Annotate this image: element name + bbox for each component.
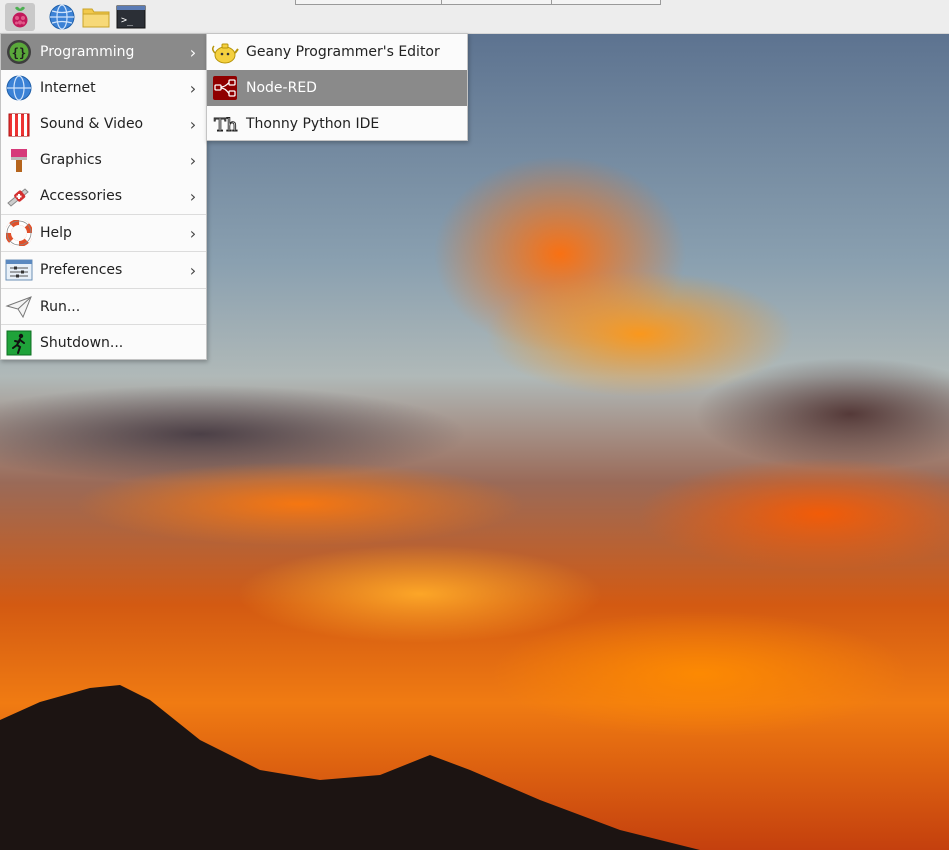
node-red-icon [211, 74, 239, 102]
settings-panel-icon [5, 256, 33, 284]
taskbar-window-buttons[interactable] [295, 0, 661, 5]
globe-icon [5, 74, 33, 102]
file-manager-icon [82, 8, 110, 28]
raspberry-menu-button[interactable] [5, 3, 35, 31]
menu-item-label: Accessories [40, 188, 123, 204]
menu-item-label: Graphics [40, 152, 102, 168]
chevron-right-icon: › [189, 114, 197, 134]
menu-item-preferences[interactable]: Preferences › [1, 252, 206, 288]
chevron-right-icon: › [189, 260, 197, 280]
paintbrush-icon [5, 146, 33, 174]
chevron-right-icon: › [189, 223, 197, 243]
menu-item-graphics[interactable]: Graphics › [1, 142, 206, 178]
submenu-item-node-red[interactable]: Node-RED [207, 70, 467, 106]
menu-item-label: Internet [40, 80, 96, 96]
braces-icon: {} [5, 38, 33, 66]
menu-item-label: Preferences [40, 262, 123, 278]
menu-item-label: Shutdown... [40, 335, 124, 351]
submenu-item-geany[interactable]: Geany Programmer's Editor [207, 34, 467, 70]
paper-plane-icon [5, 293, 33, 321]
swiss-knife-icon [5, 182, 33, 210]
menu-item-accessories[interactable]: Accessories › [1, 178, 206, 214]
menu-item-label: Sound & Video [40, 116, 144, 132]
raspberry-menu-icon [12, 6, 28, 28]
programming-submenu: Geany Programmer's Editor Node-RED Th Th… [206, 33, 468, 141]
menu-item-help[interactable]: Help › [1, 215, 206, 251]
web-browser-button[interactable] [47, 3, 77, 31]
menu-item-label: Programming [40, 44, 135, 60]
mountain-silhouette [0, 685, 700, 850]
menu-item-label: Help [40, 225, 72, 241]
menu-item-label: Geany Programmer's Editor [246, 44, 440, 60]
menu-item-sound-video[interactable]: Sound & Video › [1, 106, 206, 142]
chevron-right-icon: › [189, 42, 197, 62]
svg-text:Th: Th [214, 115, 238, 136]
svg-text:>_: >_ [121, 15, 134, 26]
menu-item-run[interactable]: Run... [1, 289, 206, 325]
svg-text:{}: {} [12, 46, 26, 60]
chevron-right-icon: › [189, 186, 197, 206]
menu-item-label: Run... [40, 299, 81, 315]
web-browser-icon [49, 4, 75, 30]
top-panel: >_ [0, 0, 949, 34]
popcorn-icon [5, 110, 33, 138]
chevron-right-icon: › [189, 78, 197, 98]
geany-teapot-icon [211, 38, 239, 66]
menu-item-shutdown[interactable]: Shutdown... [1, 325, 206, 361]
lifebuoy-icon [5, 219, 33, 247]
menu-item-internet[interactable]: Internet › [1, 70, 206, 106]
thonny-icon: Th [211, 110, 239, 138]
menu-item-label: Thonny Python IDE [246, 116, 380, 132]
terminal-button[interactable]: >_ [116, 3, 146, 31]
menu-item-label: Node-RED [246, 80, 317, 96]
chevron-right-icon: › [189, 150, 197, 170]
file-manager-button[interactable] [81, 3, 111, 31]
submenu-item-thonny[interactable]: Th Thonny Python IDE [207, 106, 467, 142]
application-menu: {} Programming › Internet › Sound & Vide… [0, 33, 207, 360]
menu-item-programming[interactable]: {} Programming › [1, 34, 206, 70]
terminal-icon: >_ [116, 5, 146, 29]
running-man-icon [5, 329, 33, 357]
